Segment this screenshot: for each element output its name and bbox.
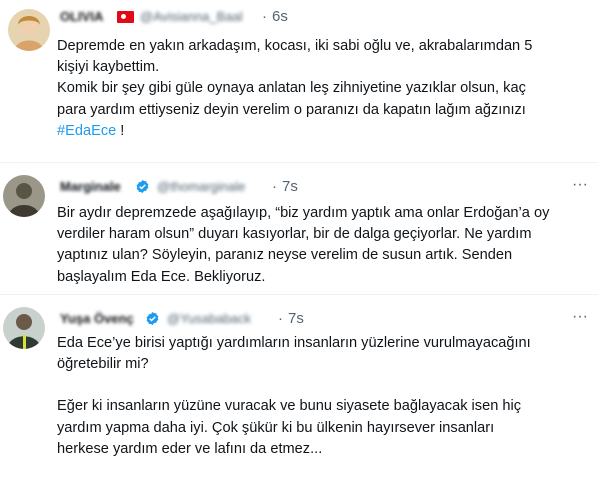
- tweet-text: Bir aydır depremzede aşağılayıp, “biz ya…: [57, 203, 594, 288]
- tweet-line: Bir aydır depremzede aşağılayıp, “biz ya…: [57, 205, 550, 221]
- tweet-line: verdiler haram olsun” duyarı kasıyorlar,…: [57, 226, 532, 243]
- timestamp[interactable]: 7s: [282, 178, 298, 195]
- display-name[interactable]: OLIVIA: [60, 9, 103, 24]
- more-options-icon[interactable]: ···: [572, 308, 588, 326]
- tweet-3[interactable]: Yuşa Övenç @Yusababack · 7s ··· Eda Ece’…: [0, 295, 598, 494]
- tweet-line: Komik bir şey gibi güle oynaya anlatan l…: [57, 80, 526, 97]
- turkey-flag-icon: [117, 11, 134, 23]
- tweet-line: Eğer ki insanların yüzüne vuracak ve bun…: [57, 398, 522, 415]
- tweet-text: Eda Ece’ye birisi yaptığı yardımların in…: [57, 333, 594, 460]
- tweet-line: yardım yapma daha iyi. Çok şükür ki bu ü…: [57, 419, 495, 436]
- timestamp[interactable]: 6s: [272, 8, 288, 25]
- tweet-line: Eda Ece’ye birisi yaptığı yardımların in…: [57, 335, 531, 351]
- separator-dot: ·: [272, 178, 277, 195]
- more-options-icon[interactable]: ···: [572, 176, 588, 194]
- tweet-line: para yardım ettiyseniz deyin verelim o p…: [57, 101, 526, 118]
- avatar[interactable]: [3, 175, 45, 217]
- user-handle[interactable]: @Avisianna_Baal: [140, 9, 243, 24]
- tweet-line: Depremde en yakın arkadaşım, kocası, iki…: [57, 38, 533, 54]
- user-handle[interactable]: @Yusababack: [167, 311, 251, 326]
- verified-badge-icon: [136, 179, 149, 194]
- avatar[interactable]: [8, 9, 50, 51]
- tweet-line: öğretebilir mi?: [57, 356, 149, 373]
- hashtag-link[interactable]: #EdaEce: [57, 123, 116, 139]
- user-handle[interactable]: @thomarginale: [157, 179, 245, 194]
- display-name[interactable]: Marginale: [60, 179, 121, 194]
- verified-badge-icon: [146, 311, 159, 326]
- avatar[interactable]: [3, 307, 45, 349]
- tweet-line: yaptınız ulan? Söyleyin, paranız neyse v…: [57, 247, 513, 264]
- tweet-line: başlayalım Eda Ece. Bekliyoruz.: [57, 268, 266, 285]
- display-name[interactable]: Yuşa Övenç: [60, 311, 134, 326]
- timestamp[interactable]: 7s: [288, 310, 304, 327]
- tweet-1[interactable]: OLIVIA @Avisianna_Baal · 6s Depremde en …: [0, 0, 598, 160]
- tweet-line: kişiyi kaybettim.: [57, 59, 160, 76]
- separator-dot: ·: [278, 310, 283, 327]
- tweet-2[interactable]: Marginale @thomarginale · 7s ··· Bir ayd…: [0, 163, 598, 293]
- hashtag-suffix: !: [116, 122, 125, 139]
- tweet-text: Depremde en yakın arkadaşım, kocası, iki…: [57, 36, 594, 142]
- tweet-line: herkese yardım eder ve lafını da etmez..…: [57, 440, 323, 457]
- separator-dot: ·: [262, 8, 267, 25]
